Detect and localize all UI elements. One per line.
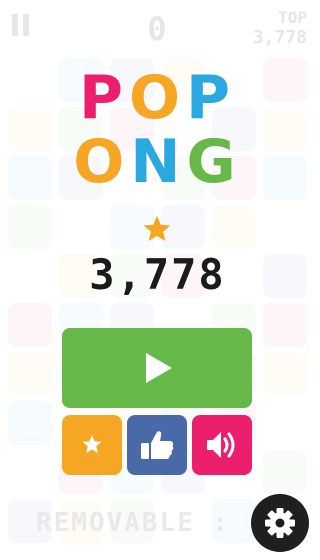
best-score: 3,778 bbox=[89, 250, 226, 299]
speaker-icon bbox=[207, 432, 235, 458]
top-score: TOP 3,778 bbox=[253, 8, 307, 48]
removable-footer-text: REMOVABLE : bbox=[36, 508, 231, 538]
top-score-value: 3,778 bbox=[252, 27, 307, 48]
settings-button[interactable] bbox=[251, 494, 309, 552]
logo-line-2: ONG bbox=[0, 130, 315, 194]
best-score-star-icon bbox=[143, 215, 171, 241]
logo-line-1-letter-3: P bbox=[186, 63, 236, 133]
top-score-label: TOP bbox=[278, 8, 307, 27]
logo-line-1-letter-1: P bbox=[79, 63, 129, 133]
play-icon bbox=[146, 353, 172, 383]
sound-button[interactable] bbox=[192, 415, 252, 475]
logo-line-1-letter-2: O bbox=[128, 63, 186, 133]
gear-icon bbox=[265, 508, 295, 538]
logo-line-1: POP bbox=[0, 66, 315, 130]
logo-line-2-letter-1: O bbox=[73, 127, 131, 197]
star-icon bbox=[82, 435, 102, 454]
rate-button[interactable] bbox=[62, 415, 122, 475]
thumbs-up-icon bbox=[141, 431, 174, 459]
like-button[interactable] bbox=[127, 415, 187, 475]
logo-line-2-letter-3: G bbox=[186, 127, 242, 197]
logo-line-2-letter-2: N bbox=[130, 127, 187, 197]
play-button[interactable] bbox=[62, 328, 252, 408]
